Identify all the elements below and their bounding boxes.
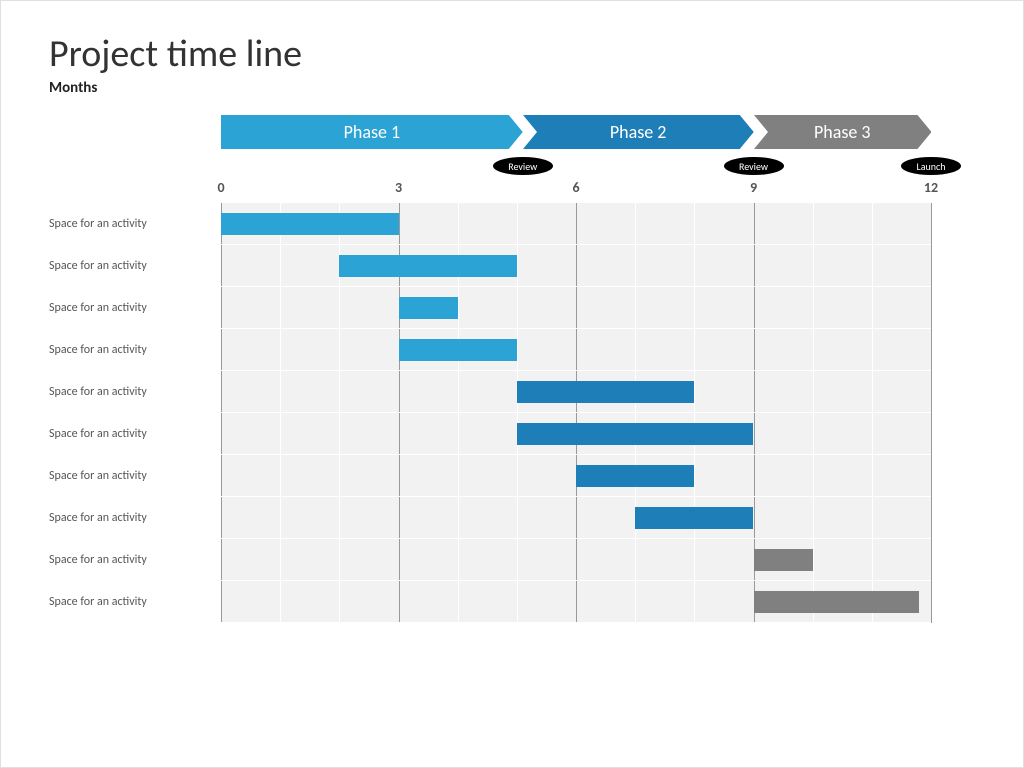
gridline xyxy=(931,203,932,623)
gantt-row: Space for an activity xyxy=(221,581,931,623)
activity-label: Space for an activity xyxy=(49,595,207,609)
milestone-row: ReviewReviewLaunch xyxy=(221,157,931,177)
axis-tick: 6 xyxy=(572,179,579,196)
phase-header: Phase 1 xyxy=(221,115,523,149)
gantt-row: Space for an activity xyxy=(221,245,931,287)
milestone-badge: Review xyxy=(493,157,553,175)
gantt-bar xyxy=(635,507,753,529)
gantt-row: Space for an activity xyxy=(221,539,931,581)
axis-ticks: 036912 xyxy=(221,179,931,201)
gantt-bar xyxy=(339,255,517,277)
activity-label: Space for an activity xyxy=(49,427,207,441)
phase-header: Phase 3 xyxy=(754,115,932,149)
gantt-bar xyxy=(517,423,754,445)
gantt-bar xyxy=(517,381,695,403)
gantt-bar xyxy=(754,591,920,613)
activity-label: Space for an activity xyxy=(49,259,207,273)
phase-header-row: Phase 1Phase 2Phase 3 xyxy=(221,115,931,149)
axis-tick: 3 xyxy=(395,179,402,196)
gantt-bar xyxy=(576,465,694,487)
gantt-row: Space for an activity xyxy=(221,203,931,245)
gantt-row: Space for an activity xyxy=(221,497,931,539)
phase-header: Phase 2 xyxy=(523,115,754,149)
gantt-bar xyxy=(399,297,458,319)
activity-label: Space for an activity xyxy=(49,553,207,567)
axis-tick: 0 xyxy=(217,179,224,196)
activity-label: Space for an activity xyxy=(49,301,207,315)
gantt-row: Space for an activity xyxy=(221,287,931,329)
page-subtitle: Months xyxy=(49,79,975,97)
activity-label: Space for an activity xyxy=(49,217,207,231)
axis-tick: 12 xyxy=(924,179,938,196)
gantt-row: Space for an activity xyxy=(221,455,931,497)
milestone-badge: Review xyxy=(724,157,784,175)
gantt-row: Space for an activity xyxy=(221,329,931,371)
activity-label: Space for an activity xyxy=(49,511,207,525)
gantt-bar xyxy=(399,339,517,361)
gantt-bar xyxy=(754,549,813,571)
axis-tick: 9 xyxy=(750,179,757,196)
activity-label: Space for an activity xyxy=(49,469,207,483)
page-title: Project time line xyxy=(49,31,975,77)
gantt-plot: Space for an activitySpace for an activi… xyxy=(221,203,931,623)
gantt-bar xyxy=(221,213,399,235)
gantt-row: Space for an activity xyxy=(221,371,931,413)
row-separator xyxy=(221,622,931,623)
activity-label: Space for an activity xyxy=(49,385,207,399)
milestone-badge: Launch xyxy=(901,157,961,175)
activity-label: Space for an activity xyxy=(49,343,207,357)
gantt-row: Space for an activity xyxy=(221,413,931,455)
